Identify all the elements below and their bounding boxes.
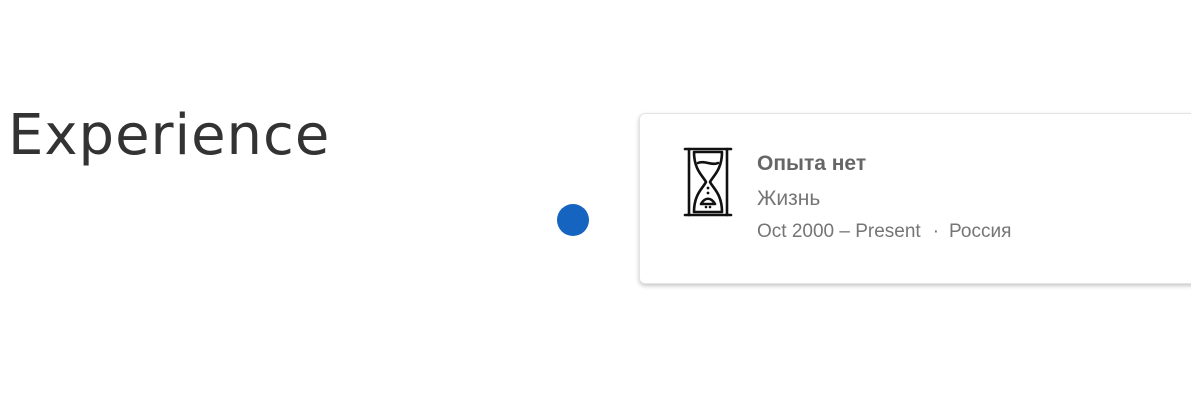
meta-separator: · xyxy=(932,221,940,242)
timeline-dot xyxy=(557,204,589,236)
section-title: Experience xyxy=(8,103,331,168)
experience-card: Опыта нет Жизнь Oct 2000 – Present · Росси… xyxy=(639,113,1191,284)
location: Россия xyxy=(949,221,1012,242)
hourglass-icon xyxy=(682,146,734,218)
experience-details: Опыта нет Жизнь Oct 2000 – Present · Росси… xyxy=(757,150,1011,245)
date-range: Oct 2000 – Present xyxy=(757,221,921,242)
organization-name: Жизнь xyxy=(757,187,821,210)
job-title: Опыта нет xyxy=(757,152,867,175)
experience-meta: Oct 2000 – Present · Россия xyxy=(757,219,1011,245)
